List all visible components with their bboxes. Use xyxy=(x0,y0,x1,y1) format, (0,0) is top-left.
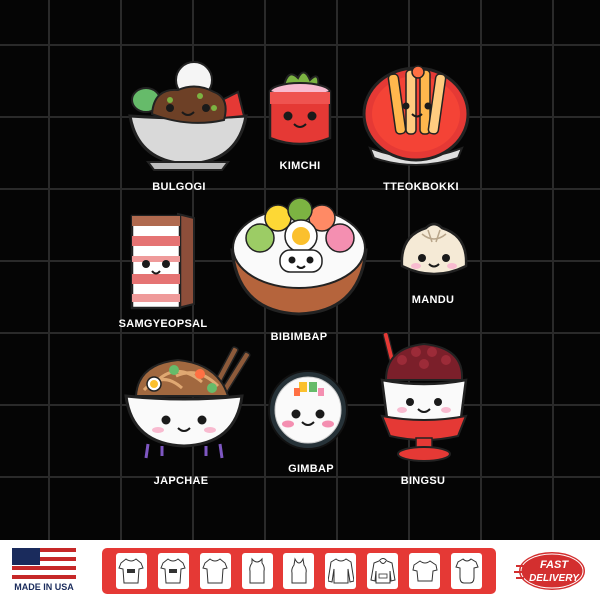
grid-line xyxy=(0,476,600,478)
food-label-bingsu: BINGSU xyxy=(400,475,446,487)
garment-option[interactable] xyxy=(115,553,147,589)
grid-line xyxy=(552,0,554,540)
food-label-mandu: MANDU xyxy=(411,294,455,306)
food-label-gimbap: GIMBAP xyxy=(288,463,334,475)
food-label-bibimbap: BIBIMBAP xyxy=(270,331,328,343)
grid-line xyxy=(0,188,600,190)
food-label-tteokbokki: TTEOKBOKKI xyxy=(383,181,459,193)
shaved-ice-icon xyxy=(380,331,468,462)
food-label-samgyeopsal: SAMGYEOPSAL xyxy=(118,318,208,330)
onesie-icon xyxy=(454,558,479,584)
made-in-usa-text: MADE IN USA xyxy=(14,582,74,592)
food-label-japchae: JAPCHAE xyxy=(153,475,209,487)
fast-delivery-badge: FAST DELIVERY xyxy=(514,550,587,592)
hoodie-icon xyxy=(370,558,396,584)
fast-text: FAST xyxy=(540,559,569,571)
garment-option[interactable] xyxy=(199,553,231,589)
garment-option[interactable] xyxy=(241,553,273,589)
dumpling-icon xyxy=(400,222,468,276)
bulgogi-bowl-icon xyxy=(128,61,248,171)
garment-option[interactable] xyxy=(325,553,357,589)
kimchi-jar-icon xyxy=(268,71,332,146)
t-shirt-icon xyxy=(412,560,438,582)
gimbap-roll-icon xyxy=(268,370,348,450)
t-shirt-icon xyxy=(118,558,145,584)
product-type-strip xyxy=(102,548,496,594)
bibimbap-bowl-icon xyxy=(230,197,368,316)
garment-option[interactable] xyxy=(157,553,189,589)
grid-line xyxy=(480,0,482,540)
grid-line xyxy=(48,0,50,540)
long-sleeve-icon xyxy=(327,558,354,584)
garment-option[interactable] xyxy=(451,553,483,589)
t-shirt-icon xyxy=(202,558,228,584)
tank-top-icon xyxy=(291,557,307,584)
t-shirt-icon xyxy=(160,558,186,584)
tank-top-icon xyxy=(249,557,265,584)
garment-option[interactable] xyxy=(409,553,441,589)
grid-line xyxy=(0,44,600,46)
design-canvas: BULGOGI KIMCHI TTEOKBOKKI SAMGYEOPSAL BI… xyxy=(0,0,600,600)
delivery-text: DELIVERY xyxy=(529,573,580,584)
noodle-bowl-icon xyxy=(124,346,251,459)
tteokbokki-plate-icon xyxy=(362,65,470,166)
garment-option[interactable] xyxy=(367,553,399,589)
food-label-kimchi: KIMCHI xyxy=(279,160,321,172)
pork-belly-icon xyxy=(130,212,195,310)
food-label-bulgogi: BULGOGI xyxy=(152,181,206,193)
garment-option[interactable] xyxy=(283,553,315,589)
